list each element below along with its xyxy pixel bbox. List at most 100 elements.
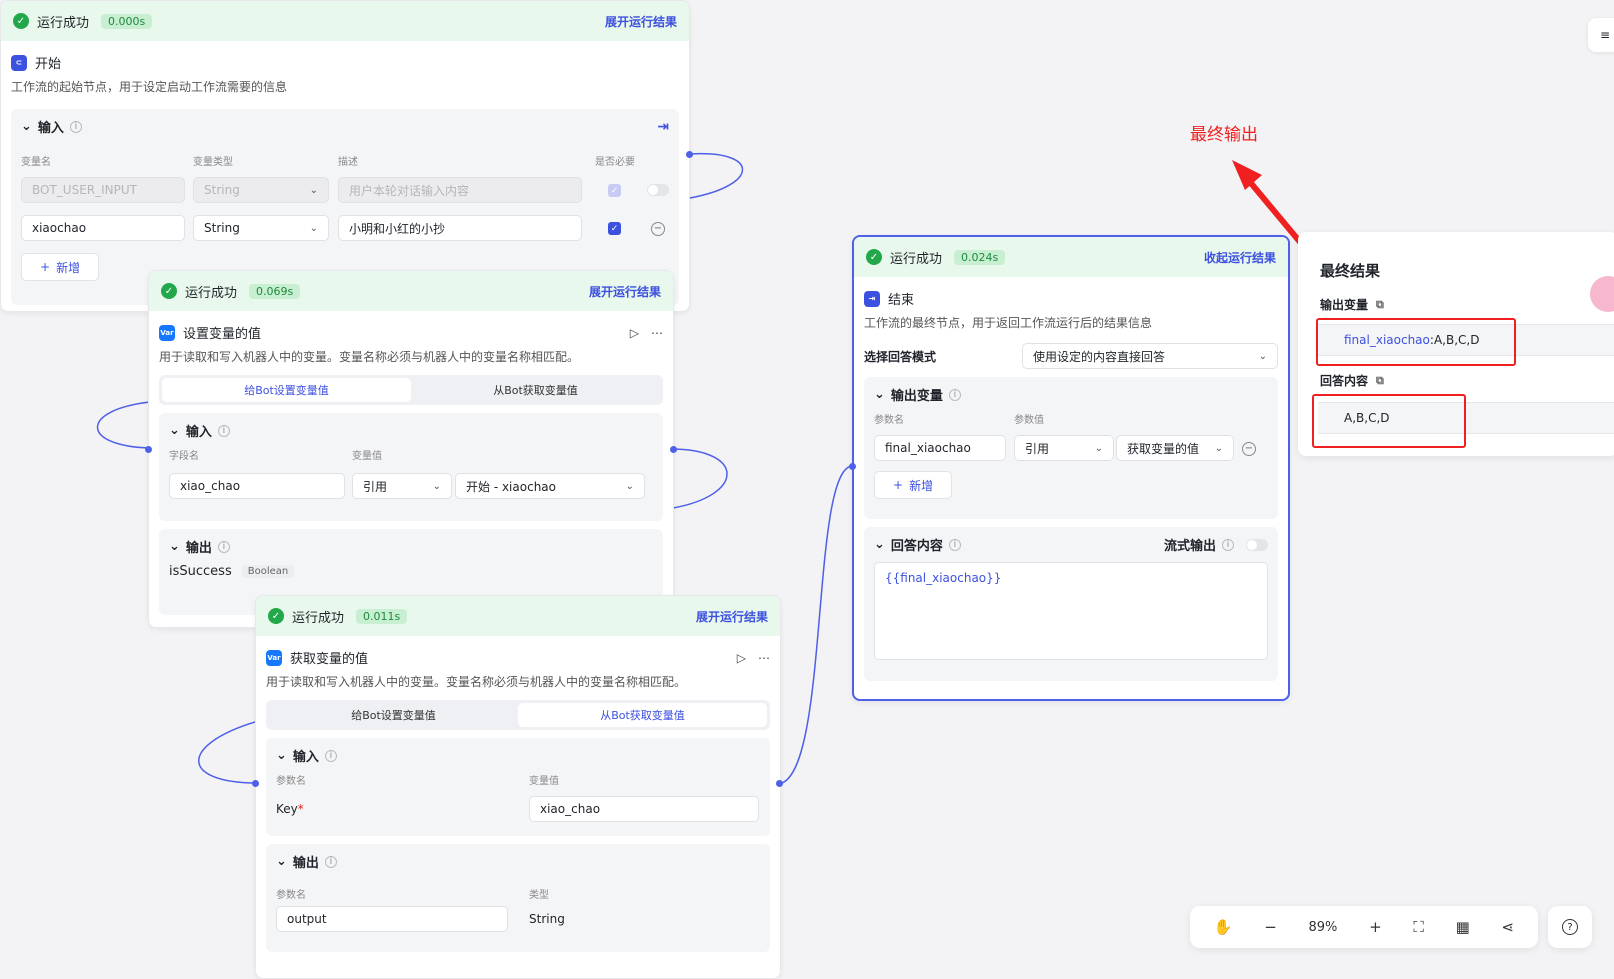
key-label: Key xyxy=(276,802,298,816)
col-label: 是否必要 xyxy=(595,157,635,168)
success-check-icon: ✓ xyxy=(161,283,177,299)
col-label: 类型 xyxy=(529,890,549,901)
more-icon[interactable]: ⋯ xyxy=(651,326,663,340)
annotation-label: 最终输出 xyxy=(1190,125,1258,145)
get-var-input-section: ⌄ 输入 i 参数名 变量值 Key* xiao_chao xyxy=(266,738,770,836)
collapse-chevron-icon[interactable]: ⌄ xyxy=(169,539,180,554)
output-name: isSuccess xyxy=(169,564,232,579)
copy-icon[interactable]: ⧉ xyxy=(1376,298,1384,312)
required-checkbox: ✓ xyxy=(608,184,621,197)
answer-mode-select[interactable]: 使用设定的内容直接回答 ⌄ xyxy=(1022,343,1278,369)
collapse-chevron-icon[interactable]: ⌄ xyxy=(21,119,32,134)
mode-tabs: 给Bot设置变量值 从Bot获取变量值 xyxy=(159,375,663,405)
success-check-icon: ✓ xyxy=(13,13,29,29)
tab-get-variable[interactable]: 从Bot获取变量值 xyxy=(411,378,660,402)
info-icon: i xyxy=(1222,538,1234,551)
add-variable-button[interactable]: + 新增 xyxy=(21,253,100,281)
var-type-select[interactable]: String ⌄ xyxy=(193,215,329,241)
collapse-chevron-icon[interactable]: ⌄ xyxy=(874,537,885,552)
col-label: 变量值 xyxy=(529,776,559,787)
more-icon[interactable]: ⋯ xyxy=(758,651,770,665)
answer-mode-label: 选择回答模式 xyxy=(864,349,937,364)
section-title: 输出变量 xyxy=(890,389,943,404)
collapse-chevron-icon[interactable]: ⌄ xyxy=(276,854,287,869)
collapse-chevron-icon[interactable]: ⌄ xyxy=(276,748,287,763)
collapse-run-result-button[interactable]: 收起运行结果 xyxy=(1204,249,1276,266)
plus-icon: + xyxy=(40,260,51,274)
info-icon: i xyxy=(69,120,82,133)
hand-icon[interactable]: ✋ xyxy=(1214,918,1233,936)
field-name-input[interactable]: xiao_chao xyxy=(169,473,345,499)
value-ref-select[interactable]: 获取变量的值 ⌄ xyxy=(1116,435,1234,461)
param-name-input[interactable]: final_xiaochao xyxy=(874,435,1006,461)
key-value-input[interactable]: xiao_chao xyxy=(529,796,759,822)
variable-node-icon: Var xyxy=(159,324,175,341)
start-node[interactable]: ✓ 运行成功 0.000s 展开运行结果 ⊂ 开始 工作流的起始节点，用于设定启… xyxy=(0,0,690,312)
import-icon[interactable]: ⇥ xyxy=(657,119,669,135)
expand-run-result-button[interactable]: 展开运行结果 xyxy=(605,13,677,30)
run-status: 运行成功 xyxy=(292,610,345,626)
input-port[interactable] xyxy=(252,780,259,787)
node-description: 用于读取和写入机器人中的变量。变量名称必须与机器人中的变量名称相匹配。 xyxy=(266,675,687,689)
zoom-level[interactable]: 89% xyxy=(1309,920,1338,935)
input-port[interactable] xyxy=(849,463,856,470)
set-var-run-bar: ✓ 运行成功 0.069s 展开运行结果 xyxy=(149,271,673,311)
value-mode-select[interactable]: 引用 ⌄ xyxy=(1014,435,1114,461)
required-checkbox[interactable]: ✓ xyxy=(608,222,621,235)
expand-run-result-button[interactable]: 展开运行结果 xyxy=(589,283,661,300)
end-output-section: ⌄ 输出变量 i 参数名 参数值 final_xiaochao 引用 ⌄ 获取变量… xyxy=(864,377,1278,519)
value-ref-select[interactable]: 开始 - xiaochao ⌄ xyxy=(455,473,645,499)
chevron-down-icon: ⌄ xyxy=(1258,350,1267,362)
add-output-button[interactable]: + 新增 xyxy=(874,471,953,499)
set-var-input-section: ⌄ 输入 i 字段名 变量值 xiao_chao 引用 ⌄ 开始 - xiaoch… xyxy=(159,413,663,521)
value-mode-select[interactable]: 引用 ⌄ xyxy=(352,473,452,499)
remove-icon[interactable]: − xyxy=(651,222,665,236)
start-run-bar: ✓ 运行成功 0.000s 展开运行结果 xyxy=(1,1,689,41)
end-node[interactable]: ✓ 运行成功 0.024s 收起运行结果 ⇥ 结束 工作流的最终节点，用于返回工… xyxy=(852,235,1290,701)
var-type-select: String ⌄ xyxy=(193,177,329,203)
run-icon[interactable]: ▷ xyxy=(630,326,639,340)
info-icon: i xyxy=(324,855,337,868)
collapse-chevron-icon[interactable]: ⌄ xyxy=(874,387,885,402)
remove-icon[interactable]: − xyxy=(1242,442,1256,456)
tab-get-variable[interactable]: 从Bot获取变量值 xyxy=(518,703,767,727)
layout-icon[interactable]: ⋖ xyxy=(1502,918,1515,936)
col-label: 变量值 xyxy=(352,451,382,462)
node-description: 工作流的起始节点，用于设定启动工作流需要的信息 xyxy=(11,80,288,94)
required-mark: * xyxy=(297,802,304,816)
node-description: 工作流的最终节点，用于返回工作流运行后的结果信息 xyxy=(864,316,1153,330)
zoom-out-icon[interactable]: − xyxy=(1264,918,1277,936)
run-time-badge: 0.024s xyxy=(954,249,1006,265)
chevron-down-icon: ⌄ xyxy=(1214,442,1223,454)
tab-set-variable[interactable]: 给Bot设置变量值 xyxy=(162,378,411,402)
section-title: 输出 xyxy=(292,856,319,871)
var-name-field: BOT_USER_INPUT xyxy=(21,177,185,203)
stream-output-switch[interactable] xyxy=(1246,538,1268,551)
zoom-in-icon[interactable]: + xyxy=(1369,918,1382,936)
tab-set-variable[interactable]: 给Bot设置变量值 xyxy=(269,703,518,727)
chevron-down-icon: ⌄ xyxy=(625,480,634,492)
output-port[interactable] xyxy=(686,151,693,158)
col-label: 参数名 xyxy=(276,890,306,901)
help-button[interactable]: ? xyxy=(1548,906,1592,948)
minimap-icon[interactable]: ▦ xyxy=(1456,918,1470,936)
var-desc-field[interactable]: 小明和小红的小抄 xyxy=(338,215,582,241)
set-variable-node[interactable]: ✓ 运行成功 0.069s 展开运行结果 Var 设置变量的值 ▷ ⋯ 用于读取… xyxy=(148,270,674,628)
collapse-chevron-icon[interactable]: ⌄ xyxy=(169,423,180,438)
get-variable-node[interactable]: ✓ 运行成功 0.011s 展开运行结果 Var 获取变量的值 ▷ ⋯ 用于读取… xyxy=(255,595,781,979)
col-label: 变量类型 xyxy=(193,157,233,168)
end-node-icon: ⇥ xyxy=(864,290,880,307)
var-name-field[interactable]: xiaochao xyxy=(21,215,185,241)
canvas-toolbar: ✋ − 89% + ⛶ ▦ ⋖ xyxy=(1190,906,1538,948)
output-name-input[interactable]: output xyxy=(276,906,508,932)
input-port[interactable] xyxy=(145,446,152,453)
output-type-badge: Boolean xyxy=(241,565,295,578)
run-icon[interactable]: ▷ xyxy=(737,651,746,665)
output-port[interactable] xyxy=(670,446,677,453)
panel-toggle-button[interactable]: ≡ xyxy=(1588,18,1614,52)
answer-template-editor[interactable]: {{final_xiaochao}} xyxy=(874,562,1268,660)
fit-view-icon[interactable]: ⛶ xyxy=(1413,918,1424,936)
copy-icon[interactable]: ⧉ xyxy=(1376,374,1384,388)
output-port[interactable] xyxy=(776,780,783,787)
expand-run-result-button[interactable]: 展开运行结果 xyxy=(696,608,768,625)
